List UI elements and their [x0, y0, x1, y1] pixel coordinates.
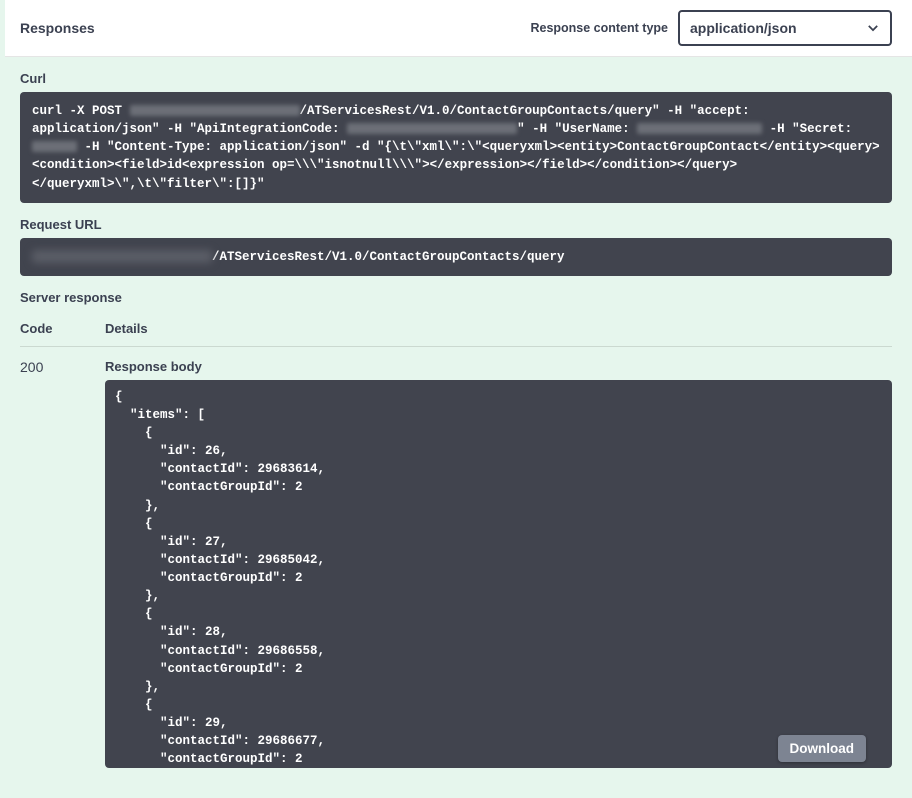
response-body-label: Response body — [105, 359, 892, 374]
column-headers: Code Details — [20, 321, 892, 347]
content-type-value: application/json — [690, 20, 797, 36]
request-url-path: /ATServicesRest/V1.0/ContactGroupContact… — [212, 250, 565, 264]
curl-code[interactable]: curl -X POST /ATServicesRest/V1.0/Contac… — [20, 92, 892, 203]
curl-text-1: curl -X POST — [32, 104, 130, 118]
status-code: 200 — [20, 357, 105, 768]
redacted-request-host — [32, 250, 212, 263]
request-url-code[interactable]: /ATServicesRest/V1.0/ContactGroupContact… — [20, 238, 892, 276]
responses-title: Responses — [20, 20, 95, 36]
chevron-down-icon — [866, 21, 880, 35]
response-row: 200 Response body { "items": [ { "id": 2… — [20, 357, 892, 768]
download-button[interactable]: Download — [778, 735, 867, 762]
details-col: Response body { "items": [ { "id": 26, "… — [105, 357, 892, 768]
response-body[interactable]: { "items": [ { "id": 26, "contactId": 29… — [105, 380, 892, 768]
responses-body: Curl curl -X POST /ATServicesRest/V1.0/C… — [5, 57, 912, 798]
redacted-host — [130, 105, 300, 116]
curl-label: Curl — [20, 71, 892, 86]
server-response-label: Server response — [20, 290, 892, 305]
redacted-username — [637, 123, 762, 134]
details-column-header: Details — [105, 321, 148, 336]
responses-panel: Responses Response content type applicat… — [0, 0, 912, 798]
curl-text-4: -H "Secret: — [762, 122, 860, 136]
redacted-api-code — [347, 123, 517, 134]
curl-text-3: " -H "UserName: — [517, 122, 637, 136]
code-column-header: Code — [20, 321, 105, 336]
content-type-select[interactable]: application/json — [678, 10, 892, 46]
responses-header: Responses Response content type applicat… — [5, 0, 912, 57]
content-type-wrap: Response content type application/json — [530, 10, 892, 46]
curl-text-5: -H "Content-Type: application/json" -d "… — [32, 140, 880, 190]
content-type-label: Response content type — [530, 21, 668, 35]
redacted-secret — [32, 141, 77, 152]
request-url-label: Request URL — [20, 217, 892, 232]
